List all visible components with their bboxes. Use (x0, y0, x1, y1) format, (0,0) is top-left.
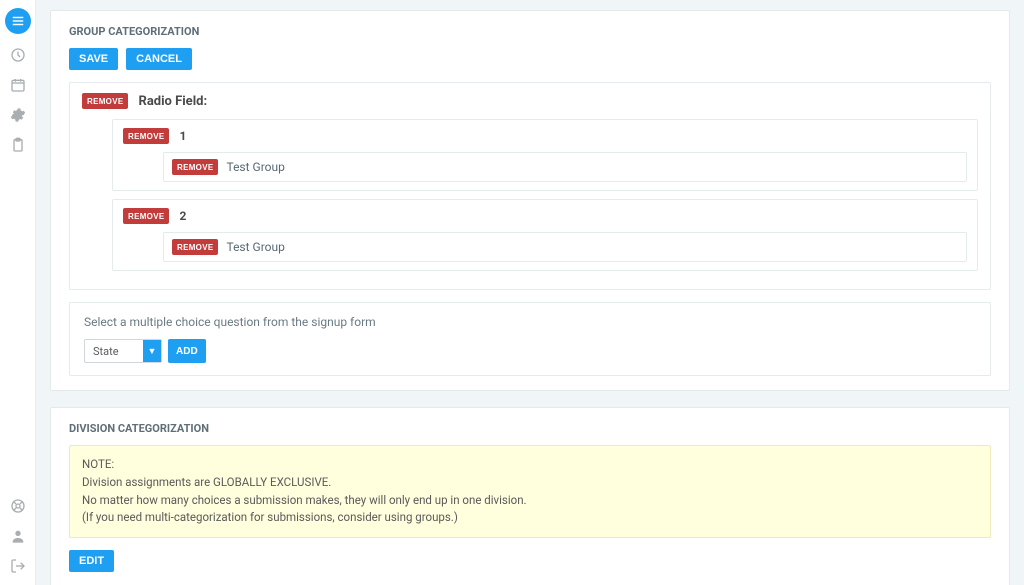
option-2-label: 2 (179, 209, 186, 223)
radio-field-box: REMOVE Radio Field: REMOVE 1 REMOVE Test… (69, 82, 991, 290)
option-1-label: 1 (179, 129, 186, 143)
gear-icon[interactable] (9, 106, 27, 124)
cancel-button[interactable]: CANCEL (126, 48, 192, 70)
help-icon[interactable] (9, 497, 27, 515)
select-prompt: Select a multiple choice question from t… (84, 315, 976, 329)
group-categorization-title: GROUP CATEGORIZATION (69, 25, 991, 38)
save-button[interactable]: SAVE (69, 48, 118, 70)
note-line-3: No matter how many choices a submission … (82, 492, 978, 510)
sidebar (0, 0, 36, 585)
group-box-1: REMOVE Test Group (163, 152, 967, 182)
group-2-name: Test Group (226, 240, 284, 254)
chevron-down-icon: ▼ (143, 340, 161, 362)
remove-option-2-button[interactable]: REMOVE (123, 208, 169, 224)
group-1-name: Test Group (226, 160, 284, 174)
main-content: GROUP CATEGORIZATION SAVE CANCEL REMOVE … (36, 0, 1024, 585)
remove-group-1-button[interactable]: REMOVE (172, 159, 218, 175)
question-dropdown[interactable]: State ▼ (84, 339, 162, 363)
note-line-1: NOTE: (82, 456, 978, 474)
edit-button[interactable]: EDIT (69, 550, 114, 572)
logo[interactable] (5, 8, 31, 34)
add-button[interactable]: ADD (168, 339, 206, 363)
option-box-2: REMOVE 2 REMOVE Test Group (112, 199, 978, 271)
division-note: NOTE: Division assignments are GLOBALLY … (69, 445, 991, 538)
dropdown-value: State (85, 340, 143, 362)
division-categorization-card: DIVISION CATEGORIZATION NOTE: Division a… (50, 407, 1010, 585)
remove-field-button[interactable]: REMOVE (82, 93, 128, 109)
dashboard-icon[interactable] (9, 46, 27, 64)
logout-icon[interactable] (9, 557, 27, 575)
group-categorization-card: GROUP CATEGORIZATION SAVE CANCEL REMOVE … (50, 10, 1010, 391)
option-box-1: REMOVE 1 REMOVE Test Group (112, 119, 978, 191)
note-line-4: (If you need multi-categorization for su… (82, 509, 978, 527)
remove-group-2-button[interactable]: REMOVE (172, 239, 218, 255)
division-categorization-title: DIVISION CATEGORIZATION (69, 422, 991, 435)
clipboard-icon[interactable] (9, 136, 27, 154)
note-line-2: Division assignments are GLOBALLY EXCLUS… (82, 474, 978, 492)
field-title: Radio Field: (138, 94, 207, 109)
select-question-row: Select a multiple choice question from t… (69, 302, 991, 376)
group-box-2: REMOVE Test Group (163, 232, 967, 262)
calendar-icon[interactable] (9, 76, 27, 94)
user-icon[interactable] (9, 527, 27, 545)
remove-option-1-button[interactable]: REMOVE (123, 128, 169, 144)
